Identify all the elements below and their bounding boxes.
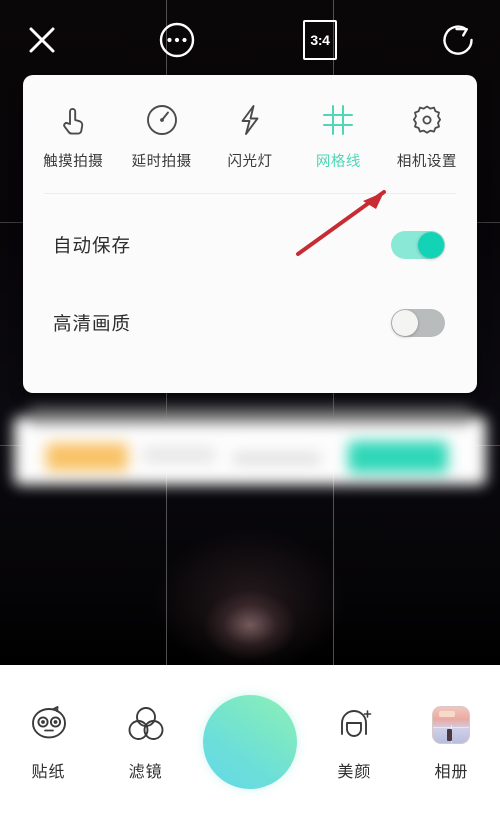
- flash-bolt-icon: [235, 99, 265, 141]
- quick-item-timer-shoot[interactable]: 延时拍摄: [117, 95, 205, 171]
- beauty-face-icon: [333, 702, 375, 748]
- close-x-icon: [29, 27, 55, 53]
- gear-icon: [410, 99, 444, 141]
- bottom-item-beauty[interactable]: 美颜: [306, 702, 403, 782]
- camera-settings-panel: 触摸拍摄 延时拍摄 闪光灯 网格线 相机设置 自动保存 高清画质: [23, 75, 477, 393]
- quick-item-camera-settings[interactable]: 相机设置: [383, 95, 471, 171]
- thumb-figure: [447, 729, 453, 741]
- bottom-item-label: 滤镜: [128, 764, 163, 781]
- shutter-button-wrapper: [194, 695, 306, 789]
- auto-save-toggle[interactable]: [391, 231, 445, 259]
- more-dots-circle-icon: [159, 22, 195, 58]
- hand-tap-icon: [57, 99, 89, 141]
- bottom-item-label: 美颜: [337, 764, 372, 781]
- banner-gray-chip-2: [233, 453, 321, 464]
- quick-settings-row: 触摸拍摄 延时拍摄 闪光灯 网格线 相机设置: [23, 75, 477, 171]
- camera-flip-icon: [443, 25, 473, 55]
- hd-quality-toggle[interactable]: [391, 309, 445, 337]
- banner-top-bar: [30, 407, 470, 423]
- quick-item-label: 网格线: [315, 154, 361, 170]
- flip-camera-button[interactable]: [436, 18, 480, 62]
- banner-gray-chip: [143, 447, 215, 463]
- album-thumbnail-icon: [432, 702, 471, 748]
- setting-label: 自动保存: [53, 235, 132, 256]
- setting-row-hd-quality[interactable]: 高清画质: [23, 284, 477, 362]
- setting-row-auto-save[interactable]: 自动保存: [23, 206, 477, 284]
- quick-item-label: 闪光灯: [227, 154, 273, 170]
- close-button[interactable]: [20, 18, 64, 62]
- blurred-banner-overlay: [8, 401, 492, 493]
- aspect-ratio-button[interactable]: 3:4: [303, 20, 337, 60]
- quick-item-grid-lines[interactable]: 网格线: [294, 95, 382, 171]
- quick-item-label: 相机设置: [396, 154, 457, 170]
- toggle-knob: [418, 232, 444, 258]
- aspect-ratio-label: 3:4: [303, 20, 337, 60]
- thumb-sun: [439, 711, 456, 717]
- quick-item-label: 触摸拍摄: [43, 154, 104, 170]
- quick-item-touch-shoot[interactable]: 触摸拍摄: [29, 95, 117, 171]
- quick-item-flash[interactable]: 闪光灯: [206, 95, 294, 171]
- bottom-toolbar: 贴纸 滤镜 美颜 相册: [0, 665, 500, 819]
- album-thumbnail-image: [432, 706, 471, 744]
- bottom-item-filters[interactable]: 滤镜: [97, 702, 194, 782]
- sticker-face-icon: [26, 702, 72, 748]
- top-toolbar: 3:4: [0, 0, 500, 76]
- panel-divider: [44, 193, 456, 194]
- bottom-item-stickers[interactable]: 贴纸: [0, 702, 97, 782]
- timer-dial-icon: [145, 99, 179, 141]
- filter-circles-icon: [125, 702, 167, 748]
- quick-item-label: 延时拍摄: [131, 154, 192, 170]
- setting-label: 高清画质: [53, 313, 132, 334]
- bottom-item-label: 相册: [434, 764, 469, 781]
- toggle-knob: [392, 310, 418, 336]
- grid-lines-icon: [321, 99, 355, 141]
- shutter-button[interactable]: [203, 695, 298, 789]
- bottom-item-label: 贴纸: [31, 764, 66, 781]
- banner-orange-chip: [46, 443, 128, 471]
- more-options-button[interactable]: [155, 18, 199, 62]
- camera-app-screen: 3:4 触摸拍摄 延时拍摄 闪光灯 网格线 相机设置 自动保存 高清画质 贴纸 …: [0, 0, 500, 819]
- banner-teal-button: [348, 441, 448, 473]
- bottom-item-album[interactable]: 相册: [403, 702, 500, 782]
